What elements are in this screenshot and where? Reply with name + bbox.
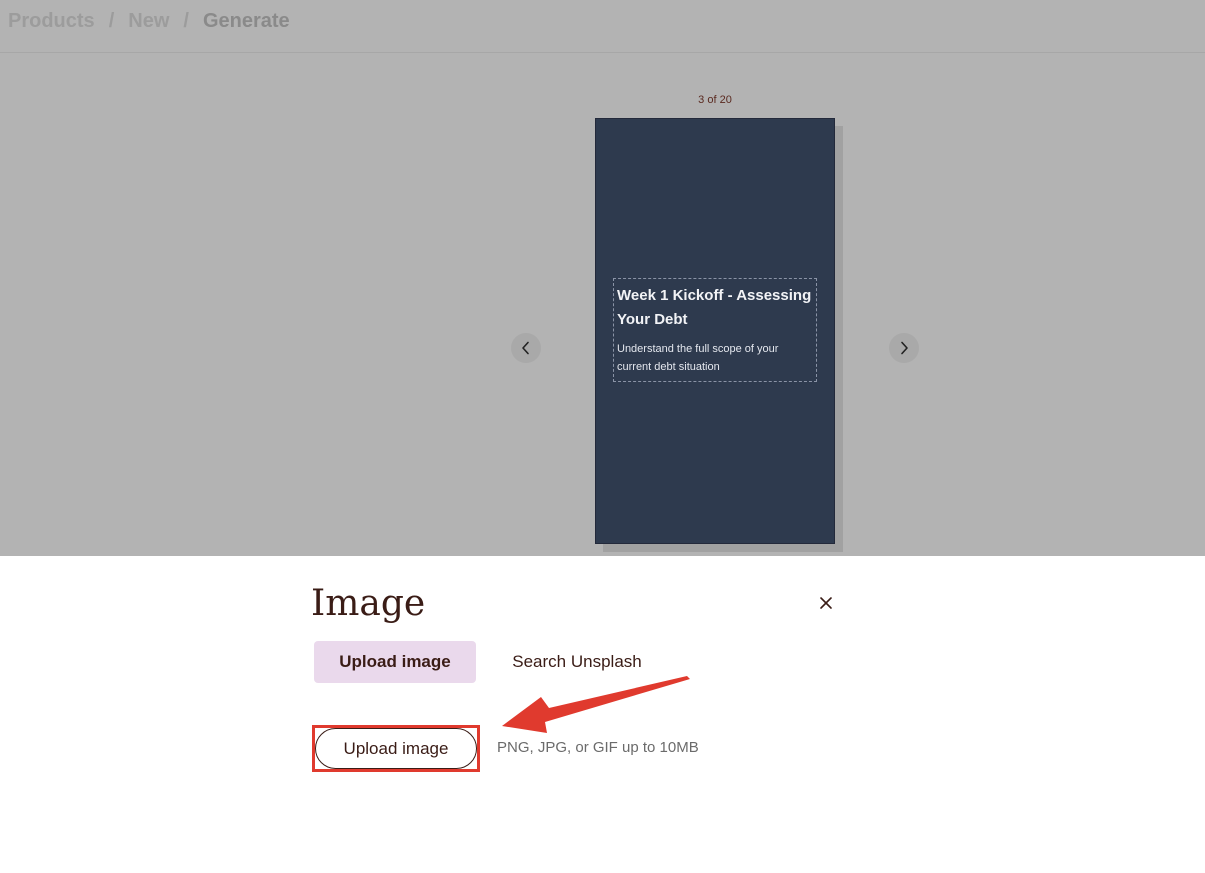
card-title[interactable]: Week 1 Kickoff - Assessing Your Debt (617, 284, 813, 332)
close-icon (820, 597, 832, 609)
tab-upload-image[interactable]: Upload image (314, 641, 476, 683)
breadcrumb-separator: / (108, 9, 115, 32)
upload-image-button[interactable]: Upload image (315, 728, 477, 769)
header-divider (0, 52, 1205, 53)
card-subtitle[interactable]: Understand the full scope of your curren… (617, 340, 813, 376)
breadcrumb: Products / New / Generate (8, 7, 290, 35)
breadcrumb-new[interactable]: New (128, 10, 169, 33)
next-page-button[interactable] (889, 333, 919, 363)
image-panel (0, 556, 1205, 873)
close-button[interactable] (814, 591, 838, 615)
breadcrumb-generate: Generate (202, 9, 290, 32)
breadcrumb-products[interactable]: Products (8, 10, 95, 33)
previous-page-button[interactable] (511, 333, 541, 363)
upload-hint: PNG, JPG, or GIF up to 10MB (497, 739, 699, 756)
chevron-left-icon (522, 341, 529, 355)
breadcrumb-separator: / (183, 9, 189, 32)
chevron-right-icon (901, 341, 908, 355)
panel-title: Image (311, 583, 426, 624)
page-counter: 3 of 20 (698, 94, 732, 106)
tab-search-unsplash[interactable]: Search Unsplash (496, 641, 658, 683)
card-text-box[interactable]: Week 1 Kickoff - Assessing Your Debt Und… (613, 278, 817, 382)
app-root: Products / New / Generate 3 of 20 Week 1… (0, 0, 1205, 873)
